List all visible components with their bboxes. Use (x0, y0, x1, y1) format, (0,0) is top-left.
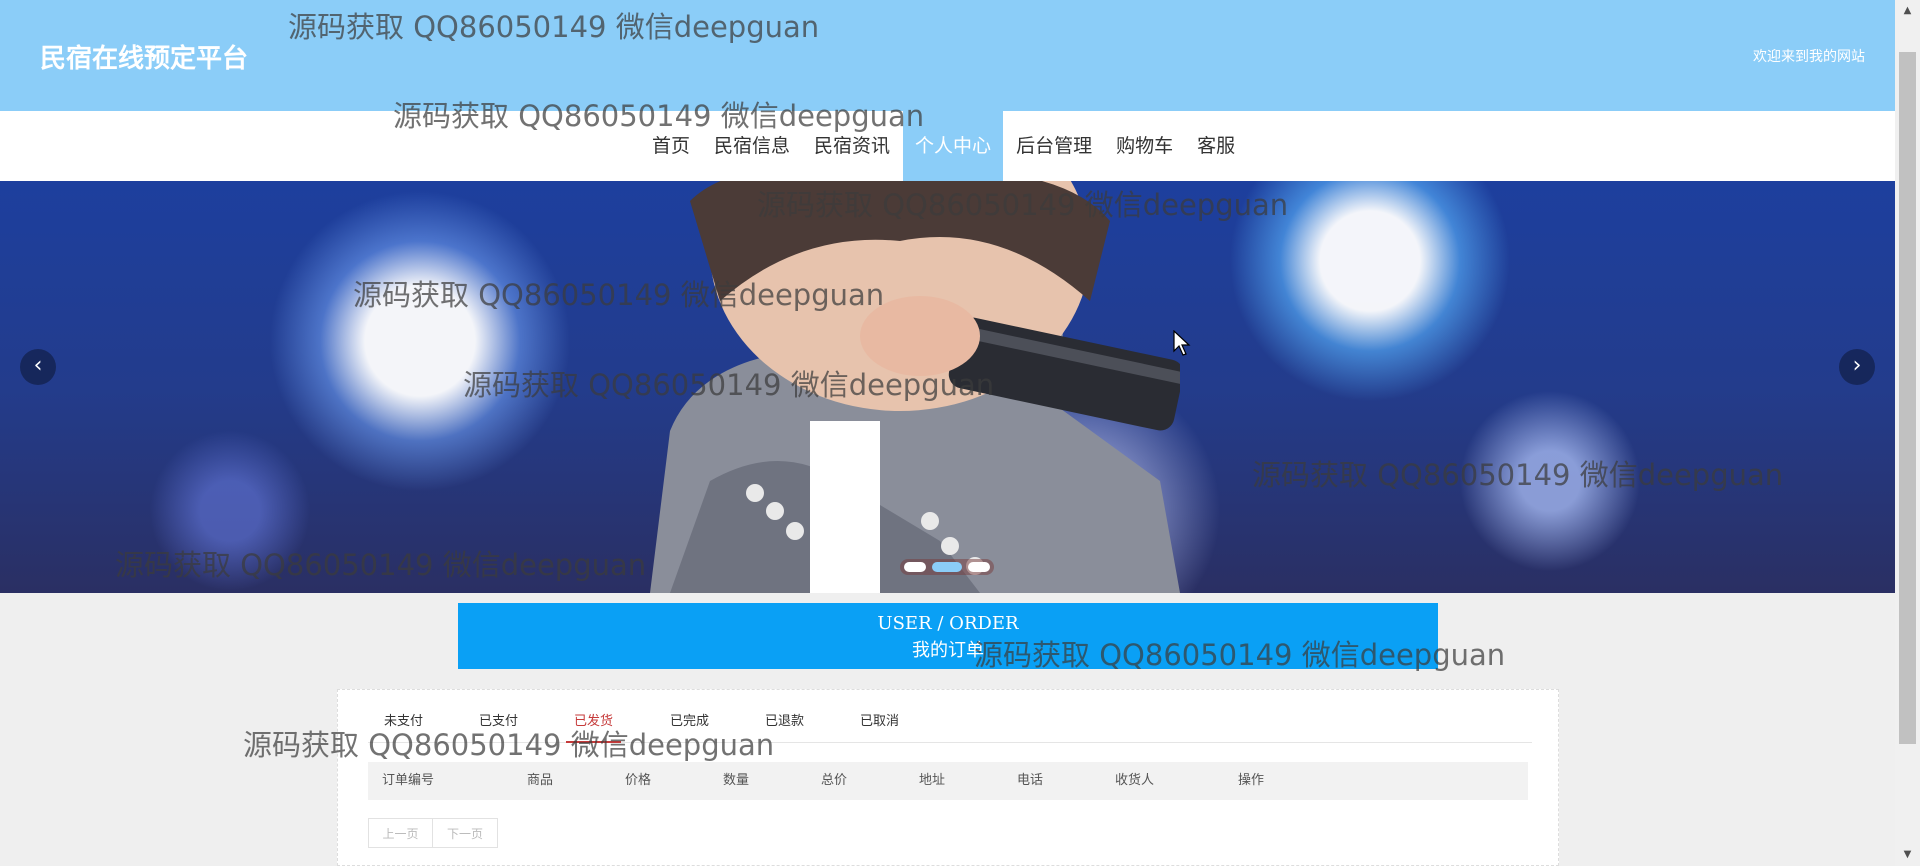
orders-panel: 未支付 已支付 已发货 已完成 已退款 已取消 订单编号 商品 价格 数量 总价… (337, 689, 1559, 866)
nav-item-personal-center[interactable]: 个人中心 (903, 111, 1004, 181)
column-product: 商品 (527, 773, 554, 788)
column-total: 总价 (821, 773, 848, 788)
column-price: 价格 (625, 773, 652, 788)
nav-bar: 首页 民宿信息 民宿资讯 个人中心 后台管理 购物车 客服 (0, 111, 1895, 181)
carousel-indicators (900, 559, 994, 575)
header-bar: 民宿在线预定平台 欢迎来到我的网站 (0, 0, 1895, 111)
scroll-up-icon[interactable]: ▲ (1895, 0, 1920, 22)
tab-unpaid[interactable]: 未支付 (384, 712, 423, 742)
site-title[interactable]: 民宿在线预定平台 (40, 38, 248, 75)
order-status-tabs: 未支付 已支付 已发货 已完成 已退款 已取消 (368, 712, 1532, 743)
column-quantity: 数量 (723, 773, 750, 788)
banner-carousel[interactable]: ‹ › (0, 181, 1895, 593)
scroll-down-icon[interactable]: ▼ (1895, 844, 1920, 866)
column-order-no: 订单编号 (382, 773, 435, 788)
tab-shipped[interactable]: 已发货 (565, 712, 622, 743)
mouse-pointer-icon (1173, 330, 1191, 356)
carousel-prev-button[interactable]: ‹ (20, 349, 56, 385)
page: 民宿在线预定平台 欢迎来到我的网站 首页 民宿信息 民宿资讯 个人中心 后台管理… (0, 0, 1895, 866)
tab-completed[interactable]: 已完成 (670, 712, 709, 742)
column-address: 地址 (919, 773, 946, 788)
main-nav: 首页 民宿信息 民宿资讯 个人中心 后台管理 购物车 客服 (640, 111, 1247, 181)
pagination: 上一页 下一页 (368, 818, 498, 848)
chevron-right-icon: › (1852, 353, 1862, 378)
tab-cancelled[interactable]: 已取消 (860, 712, 899, 742)
nav-item-homestay-news[interactable]: 民宿资讯 (802, 111, 902, 181)
banner-photo (650, 181, 1180, 593)
nav-item-homestay-info[interactable]: 民宿信息 (702, 111, 802, 181)
tab-refunded[interactable]: 已退款 (765, 712, 804, 742)
nav-item-admin[interactable]: 后台管理 (1004, 111, 1104, 181)
scrollbar-thumb[interactable] (1899, 52, 1916, 744)
carousel-next-button[interactable]: › (1839, 349, 1875, 385)
carousel-dot[interactable] (968, 562, 990, 572)
vertical-scrollbar[interactable]: ▲ ▼ (1895, 0, 1920, 866)
nav-item-cart[interactable]: 购物车 (1104, 111, 1185, 181)
section-title-box: USER / ORDER 我的订单 (458, 603, 1438, 669)
carousel-dot-active[interactable] (932, 562, 962, 572)
column-consignee: 收货人 (1115, 773, 1155, 788)
next-page-button[interactable]: 下一页 (433, 818, 498, 848)
section-title-cn: 我的订单 (912, 640, 984, 661)
prev-page-button[interactable]: 上一页 (368, 818, 433, 848)
carousel-dot[interactable] (904, 562, 926, 572)
column-phone: 电话 (1017, 773, 1044, 788)
orders-table-header: 订单编号 商品 价格 数量 总价 地址 电话 收货人 操作 (368, 762, 1528, 800)
column-actions: 操作 (1238, 773, 1265, 788)
nav-item-home[interactable]: 首页 (640, 111, 702, 181)
welcome-text: 欢迎来到我的网站 (1753, 49, 1865, 65)
chevron-left-icon: ‹ (33, 353, 43, 378)
nav-item-service[interactable]: 客服 (1185, 111, 1247, 181)
tab-paid[interactable]: 已支付 (479, 712, 518, 742)
section-title-en: USER / ORDER (877, 613, 1019, 634)
